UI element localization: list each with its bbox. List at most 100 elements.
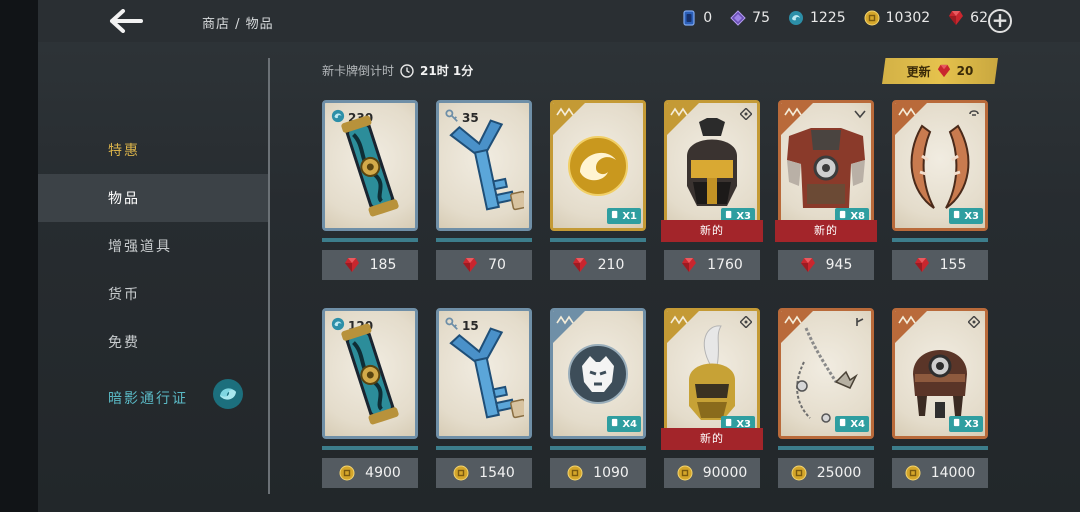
- ruby-icon: [572, 257, 588, 273]
- card-multiplier-badge: X4: [607, 416, 641, 432]
- gold-coin-icon: [864, 10, 880, 26]
- gold-coin-icon: [453, 465, 469, 481]
- card-underline-bar: [436, 238, 532, 242]
- new-item-tag: 新的: [775, 220, 877, 242]
- card-multiplier-value: X4: [850, 418, 865, 430]
- card-countdown: 新卡牌倒计时 21时 1分: [322, 62, 473, 79]
- price-button[interactable]: 1090: [550, 458, 646, 488]
- plumed-helmet-art: [677, 322, 747, 430]
- item-card-gold-emblem[interactable]: X1: [550, 100, 646, 231]
- currency-gold-coins[interactable]: 10302: [864, 10, 930, 26]
- gold-coin-icon: [677, 465, 693, 481]
- price-button[interactable]: 1540: [436, 458, 532, 488]
- chain-weapon-art: [786, 322, 866, 430]
- card-token-icon: [683, 10, 695, 26]
- item-card-key[interactable]: 35: [436, 100, 532, 231]
- card-multiplier-badge: X3: [949, 416, 983, 432]
- currency-card-tokens[interactable]: 0: [681, 10, 712, 26]
- card-underline-bar: [892, 446, 988, 450]
- item-card-sickle-blades[interactable]: X3: [892, 100, 988, 231]
- ruby-icon: [462, 257, 478, 273]
- sidebar-item-items[interactable]: 物品: [38, 174, 268, 222]
- item-card-key[interactable]: 15: [436, 308, 532, 439]
- price-button[interactable]: 25000: [778, 458, 874, 488]
- price-value: 185: [369, 257, 397, 273]
- price-button[interactable]: 90000: [664, 458, 760, 488]
- sidebar-item-enhancements[interactable]: 增强道具: [38, 222, 268, 270]
- price-button[interactable]: 945: [778, 250, 874, 280]
- item-card-plumed-helmet[interactable]: X3: [664, 308, 760, 439]
- sickle-blades-art: [900, 116, 980, 220]
- item-card-tiger-emblem[interactable]: X4: [550, 308, 646, 439]
- ruby-icon: [949, 11, 964, 25]
- tiger-emblem-art: [566, 342, 630, 410]
- refresh-button[interactable]: 更新 20: [882, 58, 998, 84]
- currency-purple-gems[interactable]: 75: [730, 10, 770, 26]
- new-item-tag: 新的: [661, 428, 763, 450]
- sidebar-divider: [268, 58, 270, 494]
- price-button[interactable]: 1760: [664, 250, 760, 280]
- gold-coin-icon: [791, 465, 807, 481]
- card-icon: [611, 210, 620, 222]
- price-button[interactable]: 14000: [892, 458, 988, 488]
- refresh-label: 更新: [906, 64, 931, 79]
- sidebar: 特惠 物品 增强道具 货币 免费 暗影通行证: [38, 42, 268, 512]
- price-value: 70: [488, 257, 506, 273]
- add-currency-button[interactable]: +: [988, 9, 1012, 33]
- leather-helmet-art: [903, 324, 977, 428]
- gold-coin-icon: [905, 465, 921, 481]
- currency-shadow-orbs[interactable]: 1225: [788, 10, 846, 26]
- price-button[interactable]: 4900: [322, 458, 418, 488]
- card-icon: [953, 210, 962, 222]
- card-multiplier-value: X4: [622, 418, 637, 430]
- breadcrumb: 商店 / 物品: [202, 17, 274, 32]
- currency-rubies[interactable]: 62: [948, 10, 988, 26]
- countdown-time: 21时 1分: [420, 64, 474, 78]
- purple-gem-icon: [730, 10, 746, 26]
- price-value: 4900: [365, 465, 401, 481]
- card-multiplier-badge: X3: [949, 208, 983, 224]
- price-button[interactable]: 185: [322, 250, 418, 280]
- card-underline-bar: [322, 446, 418, 450]
- countdown-label: 新卡牌倒计时: [322, 64, 395, 78]
- item-card-shadow-capsule[interactable]: 120: [322, 308, 418, 439]
- clock-icon: [400, 63, 414, 78]
- sidebar-item-free[interactable]: 免费: [38, 318, 268, 366]
- card-underline-bar: [550, 238, 646, 242]
- item-card-chain-weapon[interactable]: X4: [778, 308, 874, 439]
- price-value: 25000: [816, 465, 862, 481]
- price-value: 1090: [593, 465, 629, 481]
- item-card-leather-helmet[interactable]: X3: [892, 308, 988, 439]
- price-value: 945: [825, 257, 853, 273]
- key-art: [444, 319, 528, 433]
- card-underline-bar: [778, 446, 874, 450]
- shadow-pass-icon: [213, 379, 243, 409]
- gold-emblem-art: [566, 134, 630, 202]
- card-multiplier-value: X3: [964, 210, 979, 222]
- card-icon: [611, 418, 620, 430]
- price-button[interactable]: 210: [550, 250, 646, 280]
- sidebar-item-currency[interactable]: 货币: [38, 270, 268, 318]
- refresh-cost: 20: [956, 64, 974, 78]
- ruby-icon: [344, 257, 360, 273]
- price-value: 1760: [707, 257, 743, 273]
- item-card-shadow-capsule[interactable]: 230: [322, 100, 418, 231]
- price-value: 155: [939, 257, 967, 273]
- back-arrow-icon[interactable]: [106, 6, 146, 36]
- sidebar-item-deals[interactable]: 特惠: [38, 126, 268, 174]
- card-multiplier-badge: X1: [607, 208, 641, 224]
- card-underline-bar: [892, 238, 988, 242]
- price-button[interactable]: 70: [436, 250, 532, 280]
- ruby-icon: [937, 64, 950, 78]
- item-card-gold-helmet[interactable]: X3: [664, 100, 760, 231]
- card-multiplier-value: X1: [622, 210, 637, 222]
- shadow-capsule-art: [340, 319, 400, 433]
- item-card-armor[interactable]: X8: [778, 100, 874, 231]
- card-multiplier-badge: X4: [835, 416, 869, 432]
- ruby-icon: [914, 257, 930, 273]
- price-value: 210: [597, 257, 625, 273]
- price-button[interactable]: 155: [892, 250, 988, 280]
- armor-art: [781, 116, 871, 220]
- new-item-tag: 新的: [661, 220, 763, 242]
- gold-coin-icon: [567, 465, 583, 481]
